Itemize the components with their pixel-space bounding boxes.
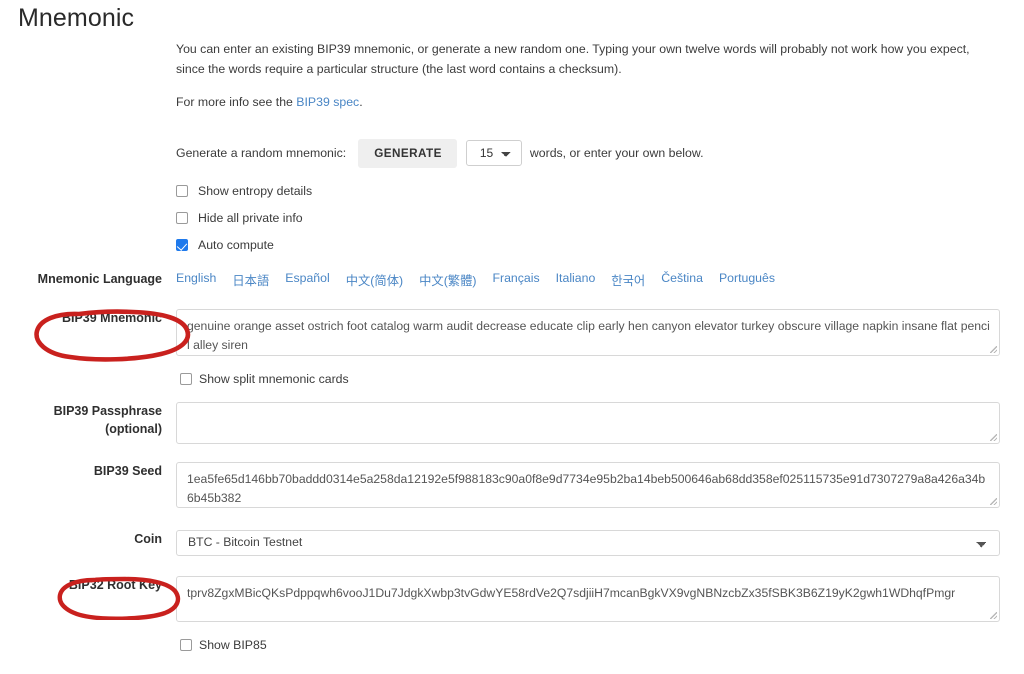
bip39-mnemonic-input[interactable]: [176, 308, 1000, 356]
show-entropy-details-label[interactable]: Show entropy details: [198, 184, 312, 198]
bip39-seed-input-wrap: [176, 461, 1000, 508]
show-bip85-label[interactable]: Show BIP85: [199, 638, 267, 652]
intro-prefix: For more info see the: [176, 94, 297, 109]
generate-button[interactable]: GENERATE: [358, 138, 457, 168]
generate-row: Generate a random mnemonic: GENERATE 15 …: [0, 138, 1024, 252]
mnemonic-form: You can enter an existing BIP39 mnemonic…: [0, 40, 1024, 652]
show-bip85-checkbox-row[interactable]: Show BIP85: [180, 638, 1000, 652]
intro-paragraph-2: For more info see the BIP39 spec.: [176, 93, 976, 113]
bip39-seed-input[interactable]: [176, 461, 1000, 508]
language-link-japanese[interactable]: 日本語: [232, 271, 269, 289]
show-split-cards-row: Show split mnemonic cards: [0, 372, 1024, 386]
bip39-passphrase-label-line1: BIP39 Passphrase: [53, 403, 162, 418]
show-split-mnemonic-cards-row[interactable]: Show split mnemonic cards: [180, 372, 1000, 386]
mnemonic-language-row: Mnemonic Language English 日本語 Español 中文…: [0, 270, 1024, 289]
hide-all-private-info-checkbox[interactable]: [176, 211, 188, 224]
language-link-english[interactable]: English: [176, 271, 216, 289]
language-link-spanish[interactable]: Español: [285, 271, 329, 289]
show-bip85-checkbox[interactable]: [180, 638, 192, 651]
bip32-root-key-row: BIP32 Root Key: [0, 575, 1024, 622]
mnemonic-page: Mnemonic You can enter an existing BIP39…: [0, 0, 1024, 674]
bip39-spec-link[interactable]: BIP39 spec: [296, 95, 359, 109]
bip39-passphrase-label: BIP39 Passphrase (optional): [0, 402, 176, 438]
generate-controls: Generate a random mnemonic: GENERATE 15 …: [176, 138, 1024, 252]
language-link-korean[interactable]: 한국어: [611, 271, 645, 289]
hide-all-private-info-row[interactable]: Hide all private info: [176, 211, 1000, 225]
auto-compute-row[interactable]: Auto compute: [176, 238, 1000, 252]
show-split-mnemonic-cards-checkbox[interactable]: [180, 372, 192, 385]
bip32-root-key-field: [176, 575, 1024, 622]
bip32-root-key-input-wrap: [176, 575, 1000, 622]
bip39-mnemonic-field: [176, 308, 1024, 356]
language-link-chinese-simplified[interactable]: 中文(简体): [346, 271, 403, 289]
bip39-passphrase-input-wrap: [176, 401, 1000, 444]
bip32-root-key-input[interactable]: [176, 575, 1000, 622]
mnemonic-language-field: English 日本語 Español 中文(简体) 中文(繁體) França…: [176, 270, 1024, 289]
language-link-portuguese[interactable]: Português: [719, 271, 775, 289]
intro-suffix: .: [359, 94, 363, 109]
coin-row: Coin BTC - Bitcoin Testnet: [0, 529, 1024, 556]
intro-block: You can enter an existing BIP39 mnemonic…: [176, 40, 1024, 113]
bip39-seed-label: BIP39 Seed: [93, 463, 162, 478]
bip39-mnemonic-input-wrap: [176, 308, 1000, 356]
coin-label: Coin: [134, 531, 162, 546]
auto-compute-checkbox[interactable]: [176, 238, 188, 251]
language-link-chinese-traditional[interactable]: 中文(繁體): [419, 271, 476, 289]
coin-select[interactable]: BTC - Bitcoin Testnet: [176, 529, 1000, 556]
language-link-czech[interactable]: Čeština: [661, 271, 703, 289]
language-link-list: English 日本語 Español 中文(简体) 中文(繁體) França…: [176, 270, 1000, 289]
page-title: Mnemonic: [18, 4, 135, 32]
language-link-french[interactable]: Français: [492, 271, 539, 289]
hide-all-private-info-label[interactable]: Hide all private info: [198, 211, 303, 225]
auto-compute-label[interactable]: Auto compute: [198, 238, 274, 252]
language-link-italian[interactable]: Italiano: [556, 271, 596, 289]
option-checkboxes: Show entropy details Hide all private in…: [176, 184, 1000, 252]
bip39-seed-row: BIP39 Seed: [0, 461, 1024, 508]
show-entropy-details-checkbox[interactable]: [176, 184, 188, 197]
mnemonic-language-label: Mnemonic Language: [37, 271, 162, 286]
show-bip85-field: Show BIP85: [176, 638, 1024, 652]
show-bip85-row: Show BIP85: [0, 638, 1024, 652]
bip32-root-key-label: BIP32 Root Key: [68, 577, 162, 592]
generate-label: Generate a random mnemonic:: [176, 146, 347, 161]
bip39-passphrase-label-line2: (optional): [105, 421, 162, 436]
word-count-select[interactable]: 15: [465, 140, 522, 167]
bip39-seed-field: [176, 461, 1024, 508]
bip39-passphrase-input[interactable]: [176, 401, 1000, 444]
intro-row: You can enter an existing BIP39 mnemonic…: [0, 40, 1024, 113]
bip39-mnemonic-label: BIP39 Mnemonic: [61, 310, 162, 325]
bip39-passphrase-field: [176, 401, 1024, 444]
generate-suffix: words, or enter your own below.: [529, 146, 704, 161]
bip39-passphrase-row: BIP39 Passphrase (optional): [0, 401, 1024, 444]
intro-paragraph-1: You can enter an existing BIP39 mnemonic…: [176, 42, 970, 76]
show-entropy-details-row[interactable]: Show entropy details: [176, 184, 1000, 198]
bip39-mnemonic-row: BIP39 Mnemonic: [0, 308, 1024, 356]
show-split-cards-field: Show split mnemonic cards: [176, 372, 1024, 386]
coin-field: BTC - Bitcoin Testnet: [176, 529, 1024, 556]
show-split-mnemonic-cards-label[interactable]: Show split mnemonic cards: [199, 372, 349, 386]
